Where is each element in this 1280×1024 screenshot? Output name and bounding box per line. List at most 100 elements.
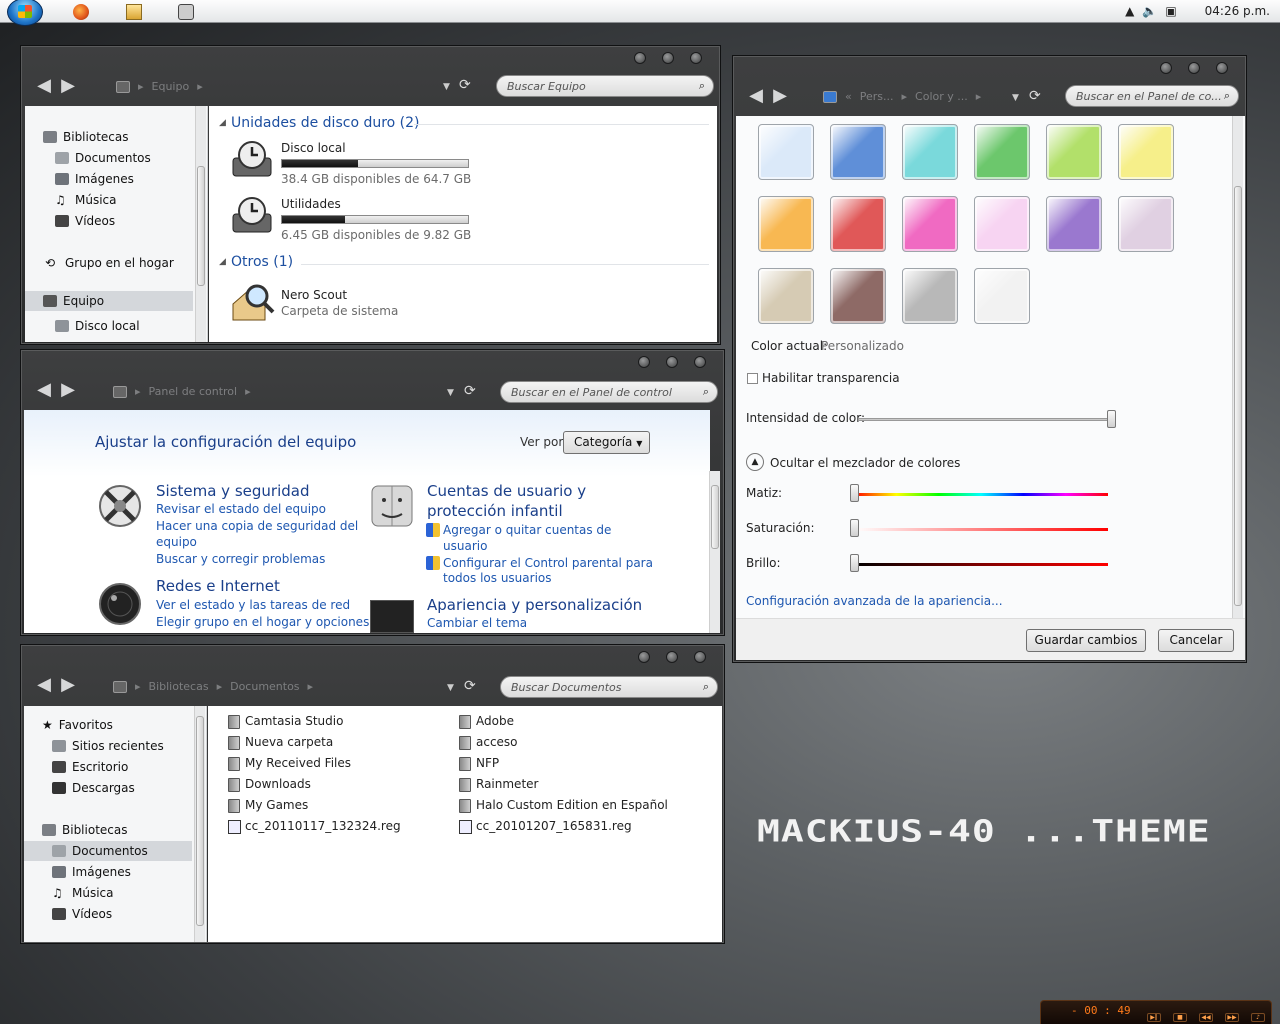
volume-icon[interactable]: 🔈 xyxy=(1142,4,1157,18)
search-input[interactable]: Buscar Documentos ⌕ xyxy=(500,676,718,698)
back-arrow-icon[interactable]: ◀ xyxy=(33,77,55,95)
category-redes-internet[interactable]: Redes e Internet xyxy=(156,577,280,595)
history-dropdown-icon[interactable]: ▼ xyxy=(443,82,450,92)
link-estado-red[interactable]: Ver el estado y las tareas de red xyxy=(156,598,350,612)
explorer-folder-icon[interactable] xyxy=(126,4,142,20)
file-item[interactable]: Halo Custom Edition en Español xyxy=(476,798,668,812)
nav-favoritos[interactable]: ★ Favoritos xyxy=(42,718,113,732)
link-control-parental[interactable]: Configurar el Control parental para xyxy=(443,556,653,570)
nav-bibliotecas[interactable]: Bibliotecas xyxy=(43,130,128,144)
forward-arrow-icon[interactable]: ▶ xyxy=(769,87,791,105)
close-button[interactable] xyxy=(694,356,706,368)
minimize-button[interactable] xyxy=(634,52,646,64)
nav-musica[interactable]: ♫ Música xyxy=(52,886,114,900)
search-input[interactable]: Buscar Equipo ⌕ xyxy=(496,75,714,97)
stop-button[interactable]: ■ xyxy=(1173,1013,1187,1022)
nav-videos[interactable]: Vídeos xyxy=(55,214,115,228)
category-sistema-seguridad[interactable]: Sistema y seguridad xyxy=(156,482,309,500)
breadcrumb[interactable]: ▸ Panel de control ▸ xyxy=(113,385,251,398)
refresh-icon[interactable]: ⟳ xyxy=(464,383,476,399)
scroll-thumb[interactable] xyxy=(711,485,719,549)
close-button[interactable] xyxy=(694,651,706,663)
color-swatch[interactable] xyxy=(902,124,958,180)
group-header-others[interactable]: Otros (1) xyxy=(231,254,293,270)
minimize-button[interactable] xyxy=(638,651,650,663)
hue-slider-thumb[interactable] xyxy=(850,484,859,502)
transparency-checkbox[interactable] xyxy=(747,373,758,384)
history-dropdown-icon[interactable]: ▼ xyxy=(1012,93,1019,103)
close-button[interactable] xyxy=(1216,62,1228,74)
next-button[interactable]: ▶▶ xyxy=(1225,1013,1239,1022)
nav-bibliotecas[interactable]: Bibliotecas xyxy=(42,823,127,837)
intensity-slider-track[interactable] xyxy=(858,418,1116,421)
nav-scrollbar[interactable] xyxy=(194,706,205,942)
link-copia-seguridad-2[interactable]: equipo xyxy=(156,535,197,549)
file-item[interactable]: cc_20110117_132324.reg xyxy=(245,819,401,833)
close-button[interactable] xyxy=(690,52,702,64)
maximize-button[interactable] xyxy=(1188,62,1200,74)
nav-grupo-hogar[interactable]: ⟲ Grupo en el hogar xyxy=(45,256,174,270)
brightness-slider-track[interactable] xyxy=(854,563,1108,566)
start-button[interactable] xyxy=(7,0,43,26)
color-swatch[interactable] xyxy=(1118,196,1174,252)
nav-equipo[interactable]: Equipo xyxy=(25,291,193,311)
drive-name[interactable]: Disco local xyxy=(281,141,346,155)
group-header-drives[interactable]: Unidades de disco duro (2) xyxy=(231,115,420,131)
color-swatch[interactable] xyxy=(758,268,814,324)
refresh-icon[interactable]: ⟳ xyxy=(1029,88,1041,104)
category-apariencia[interactable]: Apariencia y personalización xyxy=(427,596,642,614)
breadcrumb[interactable]: ▸ Bibliotecas ▸ Documentos ▸ xyxy=(113,680,313,693)
link-copia-seguridad[interactable]: Hacer una copia de seguridad del xyxy=(156,519,358,533)
color-swatch[interactable] xyxy=(830,196,886,252)
hue-slider-track[interactable] xyxy=(854,493,1108,496)
maximize-button[interactable] xyxy=(662,52,674,64)
color-swatch[interactable] xyxy=(1046,196,1102,252)
color-swatch[interactable] xyxy=(830,124,886,180)
app-icon[interactable] xyxy=(178,4,194,20)
color-swatch[interactable] xyxy=(830,268,886,324)
color-swatch[interactable] xyxy=(758,124,814,180)
chevron-up-icon[interactable]: ▲ xyxy=(1125,4,1134,18)
file-item[interactable]: Camtasia Studio xyxy=(245,714,343,728)
network-icon[interactable]: ▣ xyxy=(1165,4,1176,18)
minimize-button[interactable] xyxy=(638,356,650,368)
drive-name[interactable]: Utilidades xyxy=(281,197,341,211)
scroll-thumb[interactable] xyxy=(1234,186,1242,606)
nav-sitios-recientes[interactable]: Sitios recientes xyxy=(52,739,164,753)
color-swatch[interactable] xyxy=(758,196,814,252)
play-pause-button[interactable]: ▶‖ xyxy=(1147,1013,1161,1022)
search-input[interactable]: Buscar en el Panel de control ⌕ xyxy=(500,381,718,403)
color-swatch[interactable] xyxy=(902,196,958,252)
link-cambiar-tema[interactable]: Cambiar el tema xyxy=(427,616,527,630)
content-scrollbar[interactable] xyxy=(709,471,720,633)
saturation-slider-track[interactable] xyxy=(854,528,1108,531)
back-arrow-icon[interactable]: ◀ xyxy=(33,676,55,694)
color-swatch[interactable] xyxy=(1046,124,1102,180)
advanced-appearance-link[interactable]: Configuración avanzada de la apariencia.… xyxy=(746,594,1003,608)
saturation-slider-thumb[interactable] xyxy=(850,519,859,537)
color-swatch[interactable] xyxy=(974,268,1030,324)
nav-imagenes[interactable]: Imágenes xyxy=(52,865,131,879)
brightness-slider-thumb[interactable] xyxy=(850,554,859,572)
firefox-icon[interactable] xyxy=(73,4,89,20)
file-item[interactable]: Adobe xyxy=(476,714,514,728)
clock[interactable]: 04:26 p.m. xyxy=(1205,4,1270,18)
cancel-button[interactable]: Cancelar xyxy=(1158,629,1234,652)
color-swatch[interactable] xyxy=(974,196,1030,252)
nav-escritorio[interactable]: Escritorio xyxy=(52,760,128,774)
color-swatch[interactable] xyxy=(974,124,1030,180)
item-name[interactable]: Nero Scout xyxy=(281,288,347,302)
link-control-parental-2[interactable]: todos los usuarios xyxy=(443,571,552,585)
link-buscar-problemas[interactable]: Buscar y corregir problemas xyxy=(156,552,325,566)
file-item[interactable]: Rainmeter xyxy=(476,777,538,791)
nav-documentos[interactable]: Documentos xyxy=(24,841,192,861)
maximize-button[interactable] xyxy=(666,651,678,663)
breadcrumb[interactable]: «Pers... ▸ Color y ... ▸ xyxy=(823,90,981,103)
nav-documentos[interactable]: Documentos xyxy=(55,151,151,165)
file-item[interactable]: NFP xyxy=(476,756,499,770)
collapse-icon[interactable]: ◢ xyxy=(219,257,226,267)
link-agregar-cuentas[interactable]: Agregar o quitar cuentas de xyxy=(443,523,611,537)
file-item[interactable]: Nueva carpeta xyxy=(245,735,333,749)
link-agregar-cuentas-2[interactable]: usuario xyxy=(443,539,487,553)
file-item[interactable]: My Games xyxy=(245,798,308,812)
